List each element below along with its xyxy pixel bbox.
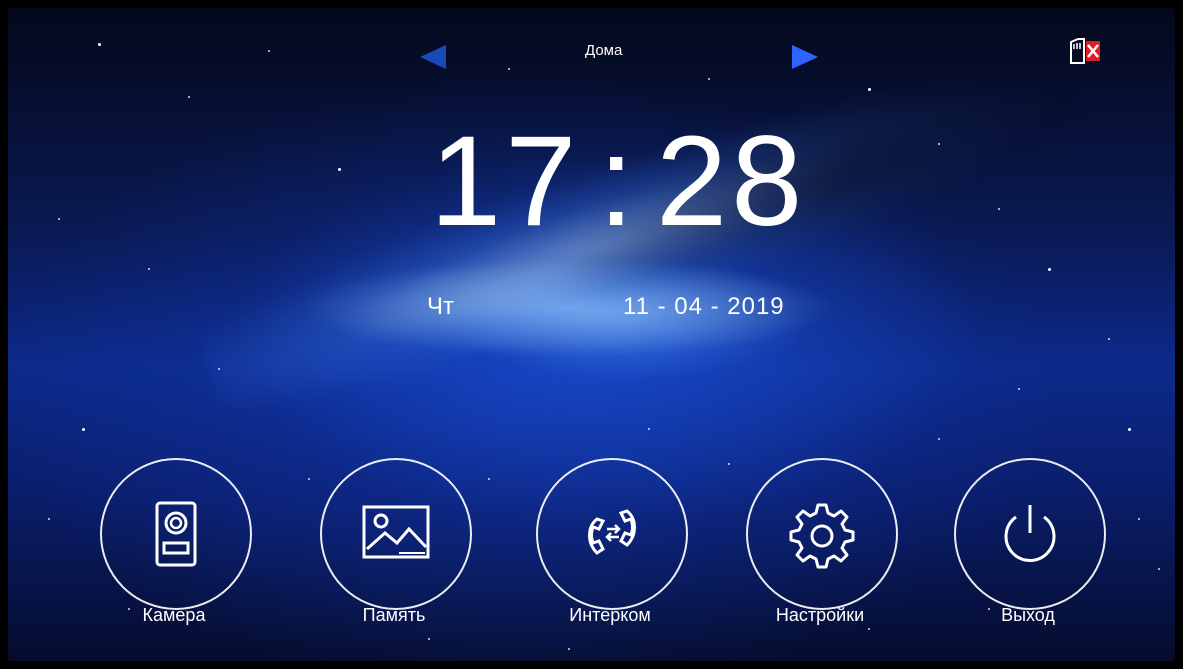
exit-label: Выход — [1001, 605, 1055, 625]
image-memory-icon — [362, 505, 430, 559]
clock-separator: : — [598, 110, 638, 253]
location-label: Дома — [585, 42, 623, 59]
gear-icon — [789, 503, 855, 569]
memory-button[interactable] — [320, 458, 472, 610]
date-label: 11 - 04 - 2019 — [623, 293, 785, 320]
intercom-handsets-icon — [588, 509, 636, 555]
clock-hour: 17 — [430, 110, 581, 253]
home-screen: Дома 17:28 Чт 11 - 04 - 2019 Камера Памя… — [8, 8, 1175, 661]
intercom-label: Интерком — [569, 605, 651, 625]
sd-card-removed-icon[interactable] — [1068, 38, 1101, 64]
left-arrow-icon[interactable] — [420, 45, 446, 69]
power-icon — [1004, 505, 1056, 562]
memory-label: Память — [362, 605, 426, 625]
clock: 17:28 — [430, 118, 806, 246]
camera-label: Камера — [142, 605, 206, 625]
intercom-button[interactable] — [536, 458, 688, 610]
settings-label: Настройки — [775, 605, 865, 625]
door-camera-icon — [155, 501, 197, 567]
clock-minute: 28 — [655, 110, 807, 253]
settings-button[interactable] — [746, 458, 898, 610]
right-arrow-icon[interactable] — [792, 45, 818, 69]
weekday-label: Чт — [427, 293, 454, 320]
camera-button[interactable] — [100, 458, 252, 610]
exit-button[interactable] — [954, 458, 1106, 610]
